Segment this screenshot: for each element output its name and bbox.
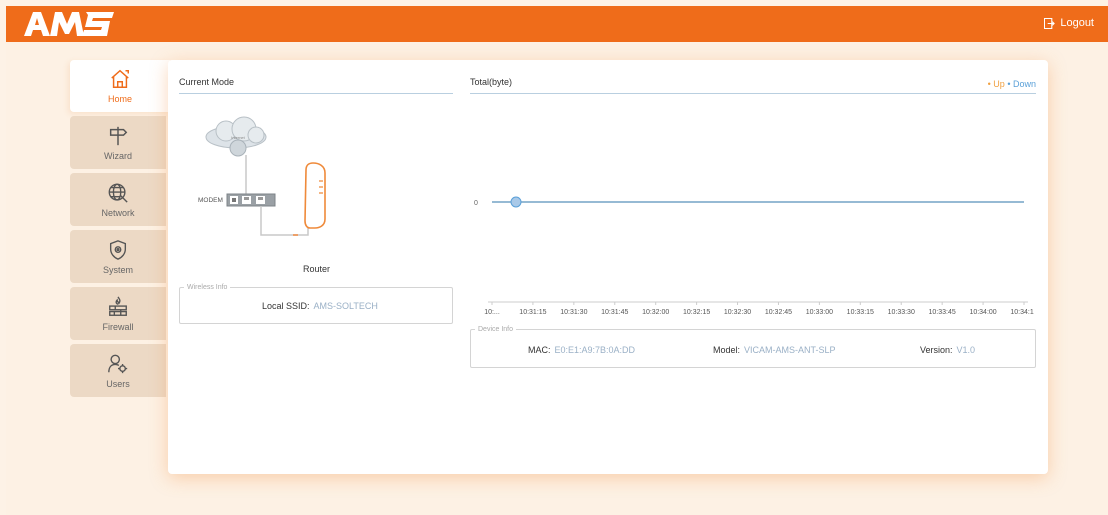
sidebar-item-network[interactable]: Network	[70, 173, 166, 226]
router-icon	[304, 162, 326, 229]
sidebar-item-label: Home	[107, 94, 132, 104]
mac-row: MAC: E0:E1:A9:7B:0A:DD	[528, 345, 635, 355]
users-icon	[108, 354, 128, 373]
signpost-icon	[109, 126, 128, 145]
sidebar-item-firewall[interactable]: Firewall	[70, 287, 166, 340]
x-tick-label: 10:34:15	[1010, 309, 1034, 316]
internet-label: Internet	[231, 135, 245, 140]
current-mode-title: Current Mode	[179, 77, 235, 87]
sidebar-item-users[interactable]: Users	[70, 344, 166, 397]
sidebar-item-label: System	[102, 264, 133, 275]
x-tick-label: 10:31:30	[560, 309, 587, 316]
hover-point-marker	[510, 196, 522, 208]
sidebar-item-label: Wizard	[103, 150, 132, 161]
device-info-legend: Device Info	[478, 326, 514, 333]
legend-down: • Down	[1007, 79, 1036, 89]
modem-to-router-link	[260, 206, 309, 236]
model-value: VICAM-AMS-ANT-SLP	[744, 345, 836, 355]
traffic-chart: 0 10:... 10:31:15 10:31:30 10:31:45 10:32:00 1…	[474, 196, 1034, 316]
x-tick-label: 10:33:15	[847, 309, 874, 316]
logout-icon	[1044, 17, 1056, 29]
x-tick-label: 10:...	[484, 309, 500, 316]
ams-logo	[24, 12, 114, 36]
x-tick-label: 10:33:00	[806, 309, 833, 316]
shield-gear-icon	[109, 239, 127, 260]
sidebar-item-label: Users	[106, 378, 130, 389]
x-tick-label: 10:32:45	[765, 309, 792, 316]
logout-button[interactable]: Logout	[1044, 17, 1094, 29]
mac-label: MAC:	[528, 345, 551, 355]
model-label: Model:	[713, 345, 741, 355]
ssid-value: AMS-SOLTECH	[313, 301, 378, 311]
x-tick-label: 10:31:45	[601, 309, 628, 316]
wireless-info-legend: Wireless Info	[187, 284, 228, 291]
main-panel: Current Mode Internet MODEM Router Wirel…	[168, 60, 1048, 474]
total-divider	[470, 93, 1036, 94]
home-icon	[111, 69, 129, 88]
x-tick-label: 10:31:15	[519, 309, 546, 316]
ssid-label: Local SSID:	[262, 301, 310, 311]
chart-legend: • Up • Down	[988, 79, 1036, 89]
sidebar-item-label: Firewall	[102, 321, 134, 332]
globe-icon	[108, 183, 128, 203]
modem-label: MODEM	[198, 197, 223, 204]
logout-label: Logout	[1060, 17, 1094, 29]
internet-cloud-icon: Internet	[205, 116, 267, 157]
topology-diagram: Internet MODEM	[198, 116, 326, 236]
version-row: Version: V1.0	[920, 345, 975, 355]
legend-up: • Up	[987, 79, 1005, 89]
x-tick-label: 10:32:30	[724, 309, 751, 316]
sidebar-item-system[interactable]: System	[70, 230, 166, 283]
mac-value: E0:E1:A9:7B:0A:DD	[554, 345, 636, 355]
version-label: Version:	[920, 345, 953, 355]
top-bar: Logout	[6, 6, 1108, 42]
sidebar: Home Wizard Network System Firewall User…	[70, 60, 170, 401]
ssid-row: Local SSID: AMS-SOLTECH	[262, 301, 378, 311]
sidebar-item-label: Network	[101, 207, 135, 218]
version-value: V1.0	[956, 345, 976, 355]
model-row: Model: VICAM-AMS-ANT-SLP	[713, 345, 836, 355]
y-tick-label: 0	[474, 200, 478, 207]
x-tick-label: 10:33:30	[888, 309, 915, 316]
x-tick-label: 10:32:00	[642, 309, 669, 316]
modem-icon	[226, 193, 276, 207]
x-tick-label: 10:32:15	[683, 309, 710, 316]
x-tick-label: 10:34:00	[969, 309, 996, 316]
current-mode-divider	[179, 93, 453, 94]
sidebar-item-home[interactable]: Home	[70, 60, 170, 112]
x-tick-label: 10:33:45	[929, 309, 956, 316]
router-label: Router	[303, 264, 331, 274]
firewall-icon	[109, 296, 127, 316]
total-title: Total(byte)	[470, 77, 513, 87]
sidebar-item-wizard[interactable]: Wizard	[70, 116, 166, 169]
